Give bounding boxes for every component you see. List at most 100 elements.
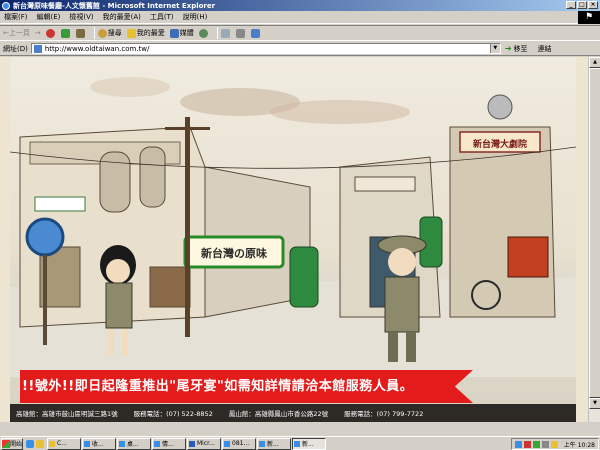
- street-scene-illustration: 新台灣の原味 新台灣大劇院: [10, 77, 576, 377]
- print-button[interactable]: [235, 28, 246, 38]
- go-button[interactable]: ➔ 移至: [505, 44, 528, 54]
- ime-icon[interactable]: [550, 440, 558, 448]
- media-label: 媒體: [179, 29, 194, 37]
- main-sign-text: 新台灣の原味: [201, 246, 267, 260]
- taskbar-item-label: 新...: [267, 441, 279, 448]
- footer-contact: 高雄館：高雄市鼓山區明誠三路1號 服務電話：(07) 522-8852 鳳山館：…: [10, 404, 576, 422]
- taskbar: 開始 C... 收... 桌... 情... Micr... 081... 新.…: [0, 436, 600, 450]
- chevron-down-icon[interactable]: ▼: [489, 44, 500, 53]
- folder-quicklaunch-icon[interactable]: [36, 439, 44, 448]
- footer-address-fengshan: 鳳山館：高雄縣鳳山市香公路22號: [228, 410, 329, 418]
- search-button[interactable]: 搜尋: [97, 28, 122, 38]
- favorites-button[interactable]: 我的最愛: [126, 28, 165, 38]
- home-icon: [75, 28, 85, 38]
- mail-icon: [84, 440, 90, 447]
- media-button[interactable]: 媒體: [169, 28, 194, 38]
- taskbar-item[interactable]: C...: [47, 437, 81, 450]
- address-bar: 網址(D) http://www.oldtaiwan.com.tw/ ▼ ➔ 移…: [0, 42, 600, 56]
- edit-button[interactable]: [250, 28, 261, 38]
- scroll-up-button[interactable]: ▲: [589, 57, 600, 68]
- minimize-button[interactable]: _: [566, 1, 576, 9]
- security-icon[interactable]: [532, 440, 540, 448]
- taskbar-item-label: C...: [57, 440, 67, 447]
- mail-button[interactable]: [220, 28, 231, 38]
- menu-favorites[interactable]: 我的最愛(A): [103, 12, 141, 22]
- theatre-sign-text: 新台灣大劇院: [473, 138, 527, 150]
- antivirus-icon[interactable]: [523, 440, 531, 448]
- menu-help[interactable]: 說明(H): [183, 12, 208, 22]
- taskbar-item-label: 收...: [92, 441, 104, 448]
- window-title: 新台灣原味餐廳-人文懷舊館 - Microsoft Internet Explo…: [13, 1, 216, 10]
- menu-file[interactable]: 檔案(F): [4, 12, 28, 22]
- clock[interactable]: 上午 10:28: [564, 440, 595, 449]
- media-icon: [169, 28, 179, 38]
- window-titlebar: 新台灣原味餐廳-人文懷舊館 - Microsoft Internet Explo…: [0, 0, 600, 11]
- scroll-thumb[interactable]: [589, 68, 600, 398]
- taskbar-item[interactable]: 桌...: [117, 437, 151, 450]
- search-icon: [97, 28, 107, 38]
- history-icon: [198, 28, 208, 38]
- ie-icon: [119, 440, 125, 447]
- menu-tools[interactable]: 工具(T): [150, 12, 174, 22]
- vertical-scrollbar[interactable]: ▲ ▼: [588, 57, 600, 422]
- print-icon: [235, 28, 245, 38]
- toolbar-separator: [93, 27, 95, 39]
- address-url: http://www.oldtaiwan.com.tw/: [44, 44, 150, 53]
- go-arrow-icon: ➔: [504, 44, 512, 53]
- taskbar-item[interactable]: 收...: [82, 437, 116, 450]
- hero-illustration[interactable]: 新台灣の原味 新台灣大劇院 !!號外!!即日起隆重推出"尾牙宴"如需知詳情請洽本…: [10, 57, 576, 417]
- back-button[interactable]: ← 上一頁: [3, 28, 30, 38]
- windows-logo-icon: ⚑: [578, 11, 600, 24]
- favorites-label: 我的最愛: [136, 29, 165, 37]
- ie-icon: [224, 440, 230, 447]
- ie-icon: [294, 440, 300, 447]
- taskbar-item-active[interactable]: 新...: [292, 437, 326, 450]
- forward-button[interactable]: →: [35, 29, 41, 37]
- stop-button[interactable]: [45, 28, 56, 38]
- search-label: 搜尋: [107, 29, 122, 37]
- taskbar-item-label: 081...: [232, 440, 250, 447]
- taskbar-item[interactable]: 081...: [222, 437, 256, 450]
- page-viewport: 新台灣の原味 新台灣大劇院 !!號外!!即日起隆重推出"尾牙宴"如需知詳情請洽本…: [0, 57, 588, 422]
- go-label: 移至: [513, 44, 528, 53]
- start-button[interactable]: 開始: [1, 437, 23, 450]
- toolbar-separator: [216, 27, 218, 39]
- taskbar-item-label: 桌...: [127, 441, 139, 448]
- footer-phone-fengshan: 服務電話：(07) 799-7722: [344, 410, 424, 418]
- menu-edit[interactable]: 編輯(E): [37, 12, 61, 22]
- home-button[interactable]: [75, 28, 86, 38]
- maximize-button[interactable]: □: [577, 1, 587, 9]
- taskbar-item[interactable]: 新...: [257, 437, 291, 450]
- volume-icon[interactable]: [541, 440, 549, 448]
- links-button[interactable]: 連結: [538, 44, 552, 54]
- close-button[interactable]: ×: [588, 1, 598, 9]
- menu-view[interactable]: 檢視(V): [69, 12, 93, 22]
- refresh-button[interactable]: [60, 28, 71, 38]
- start-label: 開始: [10, 441, 23, 448]
- system-tray: 上午 10:28: [510, 438, 599, 450]
- ie-quicklaunch-icon[interactable]: [26, 439, 34, 448]
- menu-bar: 檔案(F) 編輯(E) 檢視(V) 我的最愛(A) 工具(T) 說明(H): [0, 11, 600, 24]
- history-button[interactable]: [198, 28, 209, 38]
- windows-flag-icon: [2, 439, 10, 448]
- toolbar: ← 上一頁 → 搜尋 我的最愛 媒體: [0, 25, 600, 41]
- news-banner[interactable]: !!號外!!即日起隆重推出"尾牙宴"如需知詳情請洽本館服務人員。: [20, 370, 473, 403]
- scroll-down-button[interactable]: ▼: [589, 398, 600, 409]
- refresh-icon: [60, 28, 70, 38]
- taskbar-item-label: Micr...: [197, 440, 215, 447]
- taskbar-item[interactable]: Micr...: [187, 437, 221, 450]
- address-input[interactable]: http://www.oldtaiwan.com.tw/ ▼: [30, 43, 501, 54]
- window-controls: _ □ ×: [566, 1, 598, 9]
- ie-icon: [2, 1, 10, 10]
- taskbar-item[interactable]: 情...: [152, 437, 186, 450]
- network-icon[interactable]: [514, 440, 522, 448]
- mail-icon: [220, 28, 230, 38]
- page-icon: [33, 44, 42, 53]
- taskbar-item-label: 情...: [162, 441, 174, 448]
- edit-icon: [250, 28, 260, 38]
- stop-icon: [45, 28, 55, 38]
- ie-icon: [154, 440, 160, 447]
- quick-launch: [26, 439, 44, 448]
- ie-icon: [259, 440, 265, 447]
- taskbar-item-label: 新...: [302, 441, 314, 448]
